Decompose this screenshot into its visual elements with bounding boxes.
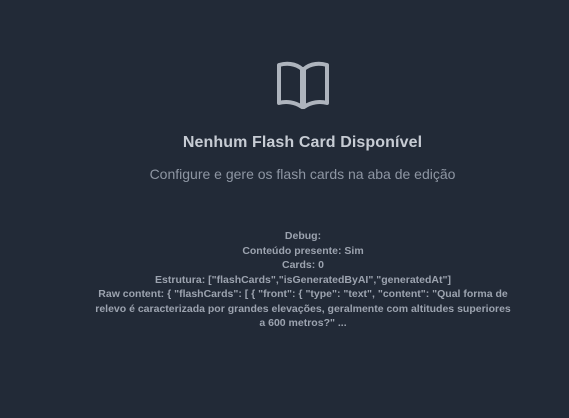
- debug-structure: Estrutura: ["flashCards","isGeneratedByA…: [155, 273, 451, 286]
- debug-heading: Debug:: [284, 230, 322, 242]
- debug-raw-content: Raw content: { "flashCards": [ { "front"…: [95, 288, 511, 329]
- debug-content-present: Conteúdo presente: Sim: [242, 244, 364, 257]
- empty-state-subtitle: Configure e gere os flash cards na aba d…: [149, 166, 456, 182]
- empty-state-title: Nenhum Flash Card Disponível: [182, 134, 423, 151]
- debug-panel: Debug: Conteúdo presente: Sim Cards: 0 E…: [95, 229, 511, 331]
- flash-cards-empty-state: Nenhum Flash Card Disponível Configure e…: [0, 0, 569, 418]
- debug-cards-count: Cards: 0: [281, 259, 324, 271]
- book-open-icon: [274, 58, 332, 112]
